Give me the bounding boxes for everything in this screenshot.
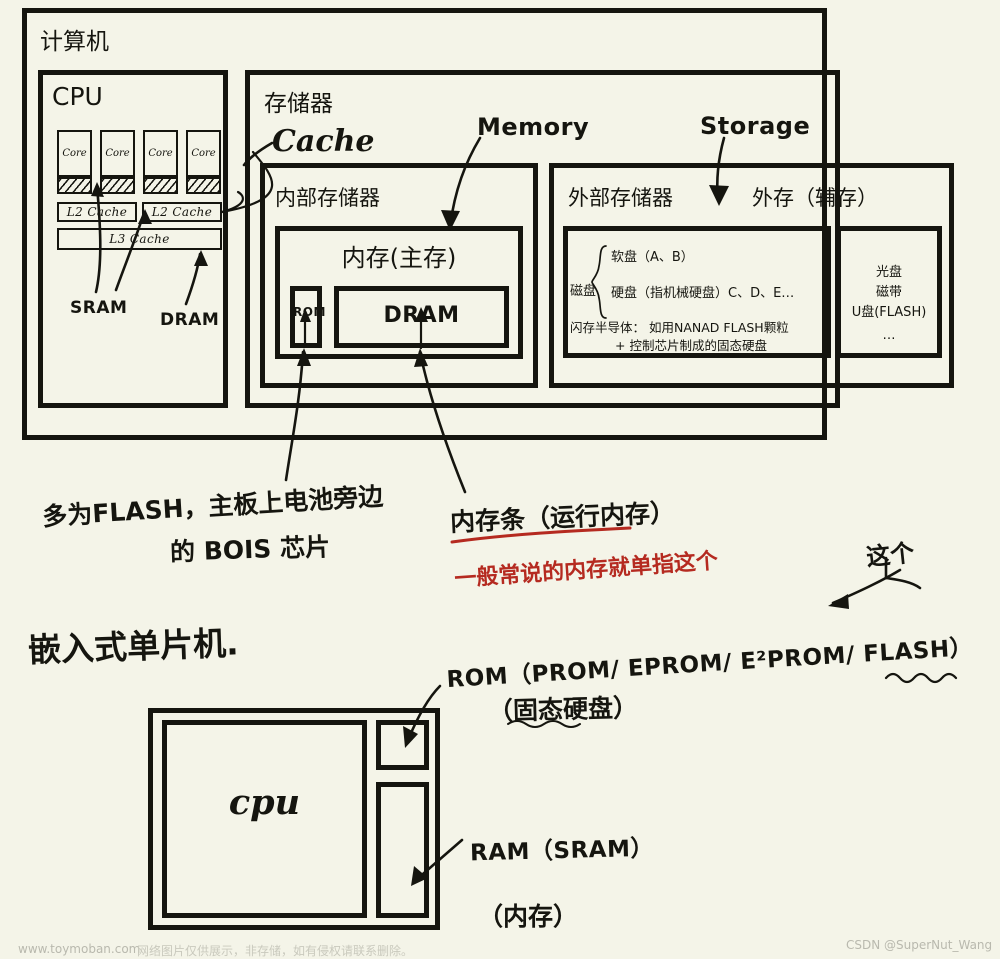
media-item-2: U盘(FLASH) (851, 305, 927, 320)
cpu-box-label: CPU (52, 82, 103, 111)
rom-note-line1: 多为FLASH，主板上电池旁边 (41, 481, 384, 532)
cpu-core-2-label: Core (148, 148, 173, 159)
mcu-rom-label-line2: （固态硬盘） (487, 693, 639, 726)
main-memory-rom-label: ROM (293, 305, 326, 319)
computer-box-label: 计算机 (40, 29, 109, 55)
mcu-title: 嵌入式单片机. (27, 623, 240, 670)
mcu-cpu-label: cpu (228, 782, 301, 823)
external-storage-alias: 外存（辅存） (752, 186, 878, 210)
media-item-0: 光盘 (875, 265, 902, 280)
cache-hand-label: Cache (272, 124, 375, 159)
cpu-l2-cache-1-label: L2 Cache (151, 205, 213, 219)
external-storage-label: 外部存储器 (568, 186, 673, 210)
dram-note: 内存条（运行内存） (449, 498, 676, 537)
storage-hand-label: Storage (700, 112, 811, 140)
mcu-rom-label-line1: ROM（PROM/ EPROM/ E²PROM/ FLASH） (445, 634, 974, 694)
sram-annotation: SRAM (70, 298, 128, 318)
watermark-right: CSDN @SuperNut_Wang (846, 938, 993, 952)
media-item-3: … (882, 328, 896, 343)
mcu-ram-label-line1: RAM（SRAM） (469, 835, 655, 867)
diagram-canvas: 计算机 CPU Core Core Core Core L2 Cache L2 … (0, 0, 1000, 959)
flash-note-line2: + 控制芯片制成的固态硬盘 (615, 338, 767, 353)
rom-note-line2: 的 BOIS 芯片 (169, 532, 331, 567)
pointer-word: 这个 (864, 538, 916, 572)
cpu-l2-cache-0-label: L2 Cache (66, 205, 128, 219)
disk-group-label: 磁盘 (570, 284, 597, 299)
main-memory-dram-label: DRAM (383, 303, 460, 328)
cpu-core-1-label: Core (105, 148, 130, 159)
cpu-core-3-label: Core (191, 148, 216, 159)
flash-note-line1: 闪存半导体： 如用NANAD FLASH颗粒 (570, 320, 789, 335)
disk-item-0: 软盘（A、B） (611, 250, 694, 265)
memory-hand-label: Memory (477, 113, 590, 141)
cpu-l1-cache-0 (57, 177, 92, 194)
cpu-l3-cache-label: L3 Cache (109, 232, 170, 246)
cpu-core-0-label: Core (62, 148, 87, 159)
watermark-left-url: www.toymoban.com (18, 942, 141, 956)
dram-note-red: 一般常说的内存就单指这个 (453, 548, 719, 593)
mcu-rom-box (376, 720, 429, 770)
mcu-ram-label-line2: （内存） (478, 902, 579, 931)
mcu-ram-box (376, 782, 429, 918)
disk-item-1: 硬盘（指机械硬盘）C、D、E… (611, 286, 795, 301)
internal-storage-label: 内部存储器 (275, 186, 380, 210)
watermark-left-notice: 网络图片仅供展示，非存储，如有侵权请联系删除。 (137, 944, 414, 958)
cpu-l1-cache-2 (143, 177, 178, 194)
media-item-1: 磁带 (875, 285, 902, 300)
main-memory-label: 内存(主存) (341, 244, 457, 272)
cpu-l1-cache-1 (100, 177, 135, 194)
cpu-l1-cache-3 (186, 177, 221, 194)
memory-unit-label: 存储器 (264, 91, 333, 117)
dram-annotation: DRAM (160, 310, 220, 330)
